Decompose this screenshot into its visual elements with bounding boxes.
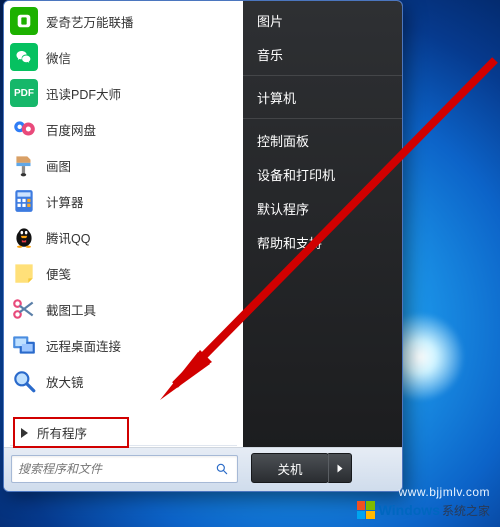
program-item-baidu[interactable]: 百度网盘 [4, 111, 243, 147]
watermark-suffix: 系统之家 [442, 502, 490, 519]
right-item-devices[interactable]: 设备和打印机 [243, 157, 402, 191]
search-box[interactable] [11, 455, 238, 483]
program-item-magnifier[interactable]: 放大镜 [4, 363, 243, 399]
shutdown-options-button[interactable] [328, 453, 352, 483]
program-item-qq[interactable]: 腾讯QQ [4, 219, 243, 255]
program-item-calculator[interactable]: 计算器 [4, 183, 243, 219]
program-item-stickynotes[interactable]: 便笺 [4, 255, 243, 291]
calculator-icon [10, 187, 38, 215]
stickynotes-icon [10, 259, 38, 287]
right-label: 帮助和支持 [257, 233, 322, 252]
program-label: 百度网盘 [46, 120, 96, 139]
watermark-url: www.bjjmlv.com [399, 485, 490, 499]
right-label: 控制面板 [257, 131, 309, 150]
program-label: 画图 [46, 156, 71, 175]
watermark-logo: Windows 系统之家 [357, 501, 490, 519]
shutdown-button[interactable]: 关机 [251, 453, 329, 483]
scissors-icon [10, 295, 38, 323]
windows-logo-icon [357, 501, 375, 519]
program-label: 截图工具 [46, 300, 96, 319]
program-label: 微信 [46, 48, 71, 67]
magnifier-icon [10, 367, 38, 395]
iqiyi-icon [10, 7, 38, 35]
shutdown-label: 关机 [277, 459, 302, 478]
start-right-pane: 图片 音乐 计算机 控制面板 设备和打印机 默认程序 帮助和支持 [243, 1, 402, 449]
all-programs-label: 所有程序 [37, 423, 87, 442]
right-item-pictures[interactable]: 图片 [243, 3, 402, 37]
qq-icon [10, 223, 38, 251]
right-label: 计算机 [257, 88, 296, 107]
program-label: 放大镜 [46, 372, 84, 391]
right-label: 音乐 [257, 45, 283, 64]
program-item-wechat[interactable]: 微信 [4, 39, 243, 75]
program-item-iqiyi[interactable]: 爱奇艺万能联播 [4, 3, 243, 39]
right-item-music[interactable]: 音乐 [243, 37, 402, 71]
right-item-help[interactable]: 帮助和支持 [243, 225, 402, 259]
triangle-right-icon [21, 428, 28, 438]
right-item-computer[interactable]: 计算机 [243, 80, 402, 114]
search-input[interactable] [12, 462, 215, 476]
program-item-rdp[interactable]: 远程桌面连接 [4, 327, 243, 363]
remote-desktop-icon [10, 331, 38, 359]
program-label: 远程桌面连接 [46, 336, 121, 355]
desktop-wallpaper: 爱奇艺万能联播 微信 PDF 迅读PDF大师 百度网盘 [0, 0, 500, 527]
chevron-right-icon [338, 464, 343, 472]
right-label: 默认程序 [257, 199, 309, 218]
baidu-netdisk-icon [10, 115, 38, 143]
search-icon [215, 462, 237, 476]
watermark-brand: Windows [379, 502, 440, 518]
right-label: 设备和打印机 [257, 165, 335, 184]
program-label: 腾讯QQ [46, 228, 90, 247]
program-label: 迅读PDF大师 [46, 84, 121, 103]
program-label: 计算器 [46, 192, 84, 211]
pdf-icon: PDF [10, 79, 38, 107]
program-label: 便笺 [46, 264, 71, 283]
wechat-icon [10, 43, 38, 71]
program-label: 爱奇艺万能联播 [46, 12, 134, 31]
paint-icon [10, 151, 38, 179]
right-item-controlpanel[interactable]: 控制面板 [243, 123, 402, 157]
program-item-paint[interactable]: 画图 [4, 147, 243, 183]
right-label: 图片 [257, 11, 283, 30]
right-item-defaultprograms[interactable]: 默认程序 [243, 191, 402, 225]
start-left-pane: 爱奇艺万能联播 微信 PDF 迅读PDF大师 百度网盘 [4, 1, 243, 449]
program-item-pdf[interactable]: PDF 迅读PDF大师 [4, 75, 243, 111]
program-item-snippingtool[interactable]: 截图工具 [4, 291, 243, 327]
all-programs-button[interactable]: 所有程序 [13, 417, 129, 448]
start-menu: 爱奇艺万能联播 微信 PDF 迅读PDF大师 百度网盘 [3, 0, 403, 492]
